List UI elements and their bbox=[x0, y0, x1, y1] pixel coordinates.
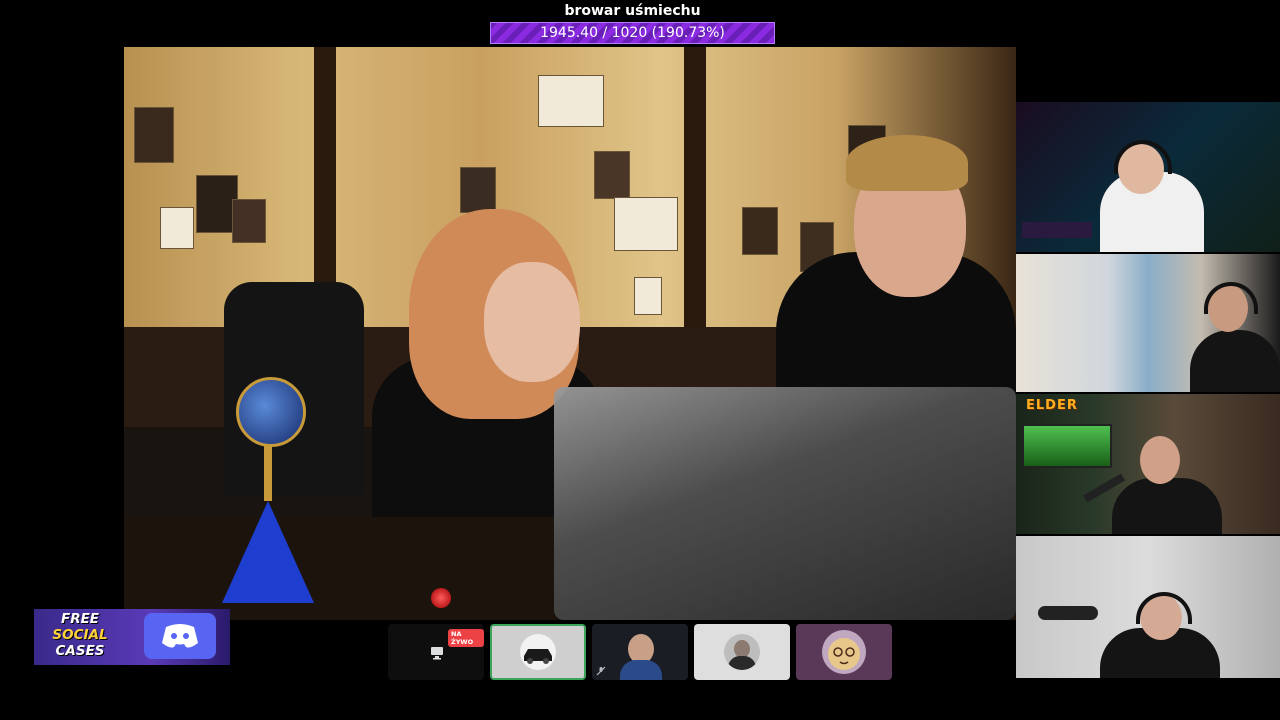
headset-icon bbox=[1136, 592, 1192, 624]
photo-pinned bbox=[232, 199, 266, 243]
elder-logo: ELDER bbox=[1026, 398, 1078, 413]
car-icon bbox=[524, 649, 552, 664]
promo-line-free: FREE bbox=[60, 611, 100, 627]
streamer-head bbox=[1140, 436, 1180, 484]
typewriter bbox=[554, 387, 1016, 620]
paper-pinned bbox=[538, 75, 604, 127]
promo-line-cases: CASES bbox=[55, 643, 105, 659]
keyboard bbox=[1022, 222, 1092, 238]
photo-pinned bbox=[594, 151, 630, 199]
goal-progress-bar: 1945.40 / 1020 (190.73%) bbox=[490, 22, 775, 44]
photo-pinned bbox=[134, 107, 174, 163]
main-video-feed[interactable] bbox=[124, 47, 1016, 620]
tile-participant-avatar[interactable] bbox=[694, 624, 790, 680]
streamer-body bbox=[1112, 478, 1222, 534]
man-hair bbox=[846, 135, 968, 191]
streamer-body bbox=[1190, 330, 1280, 392]
tile-car-avatar[interactable] bbox=[490, 624, 586, 680]
streamer-cam-podcast[interactable] bbox=[1016, 536, 1280, 678]
avatar bbox=[724, 634, 760, 670]
tile-participant-video[interactable] bbox=[592, 624, 688, 680]
goal-progress-text: 1945.40 / 1020 (190.73%) bbox=[540, 25, 725, 41]
streamer-cam-gaming-room[interactable] bbox=[1016, 102, 1280, 252]
microphone-icon bbox=[1038, 606, 1098, 620]
photo-pinned bbox=[742, 207, 778, 255]
participant-body bbox=[620, 660, 662, 680]
tile-screen-share[interactable]: NA ŻYWO bbox=[388, 624, 484, 680]
streamer-cam-apartment[interactable] bbox=[1016, 254, 1280, 392]
promo-line-social: SOCIAL bbox=[52, 627, 108, 643]
globe-stand bbox=[264, 441, 272, 501]
live-badge: NA ŻYWO bbox=[448, 629, 484, 647]
tile-cat-avatar[interactable] bbox=[796, 624, 892, 680]
aquarium bbox=[1022, 424, 1112, 468]
red-indicator-light bbox=[431, 588, 451, 608]
streamer-cam-elder[interactable]: ELDER bbox=[1016, 394, 1280, 534]
woman-face bbox=[484, 262, 580, 382]
cat-avatar-icon bbox=[822, 630, 866, 674]
paper-pinned bbox=[160, 207, 194, 249]
headset-icon bbox=[1114, 140, 1172, 174]
goal-title: browar uśmiechu bbox=[564, 3, 701, 19]
photo-pinned bbox=[460, 167, 496, 213]
newspaper-clipping bbox=[614, 197, 678, 251]
globe-base bbox=[222, 501, 314, 603]
paper-pinned bbox=[634, 277, 662, 315]
promo-text: FREE SOCIAL CASES bbox=[42, 611, 118, 659]
wall-beam bbox=[684, 47, 706, 327]
monitor-icon bbox=[431, 647, 443, 660]
globe-ornament bbox=[236, 377, 306, 447]
avatar bbox=[520, 634, 556, 670]
discord-icon bbox=[144, 613, 216, 659]
free-social-cases-promo[interactable]: FREE SOCIAL CASES bbox=[34, 609, 230, 665]
headset-icon bbox=[1204, 282, 1258, 314]
mic-muted-icon bbox=[596, 666, 606, 676]
